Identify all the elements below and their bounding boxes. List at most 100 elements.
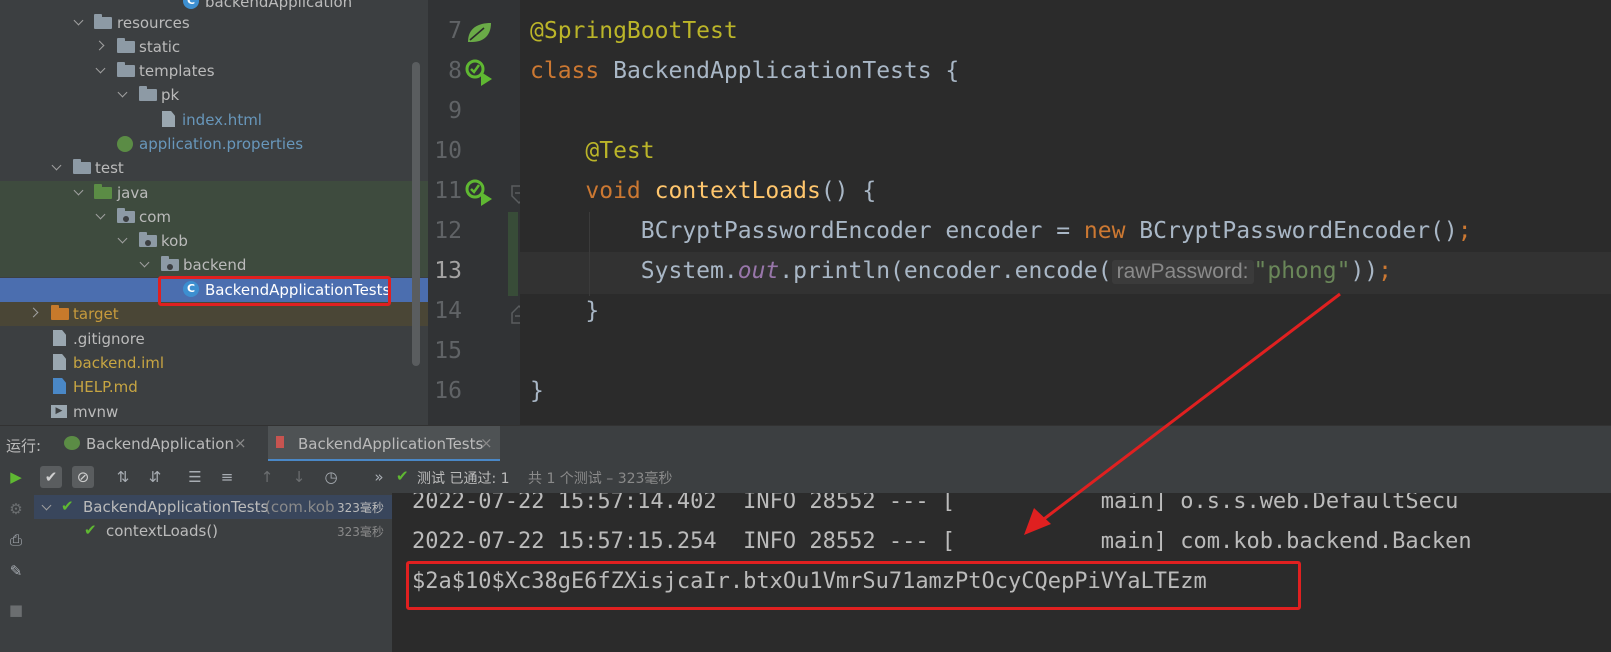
folder-icon — [73, 159, 91, 174]
spring-boot-icon — [64, 436, 80, 450]
tree-item-resources[interactable]: resources — [0, 11, 428, 35]
line-number: 14 — [434, 298, 462, 324]
package-icon — [139, 232, 157, 247]
parameter-hint: rawPassword: — [1111, 260, 1254, 284]
chevron-down-icon[interactable] — [118, 234, 128, 244]
tree-item-mvnw[interactable]: ▶ mvnw — [0, 400, 428, 424]
run-test-icon[interactable] — [464, 58, 494, 86]
code-line-14: } — [585, 298, 600, 324]
folder-icon — [94, 14, 112, 29]
chevron-down-icon[interactable] — [118, 88, 128, 98]
line-number: 15 — [434, 338, 462, 364]
chevron-down-icon[interactable] — [42, 501, 52, 511]
tree-item-test[interactable]: test — [0, 156, 428, 180]
highlight-box-hash-output — [406, 561, 1301, 610]
excluded-folder-icon — [51, 305, 69, 320]
tree-item-index-html[interactable]: index.html — [0, 108, 428, 132]
chevron-right-icon[interactable] — [30, 307, 40, 317]
run-side-toolbar: ⚙ ⎙ ✎ ■ — [0, 493, 34, 652]
tab-backendapplication[interactable]: BackendApplication × — [60, 426, 260, 462]
history-icon[interactable]: ◷ — [320, 466, 342, 488]
tree-scrollbar[interactable] — [412, 62, 420, 366]
chevron-down-icon[interactable] — [96, 210, 106, 220]
sort-duration-icon[interactable]: ⇵ — [144, 466, 166, 488]
test-status: 测试 已通过: 1 — [417, 471, 510, 487]
sort-alpha-icon[interactable]: ⇅ — [112, 466, 134, 488]
rerun-icon[interactable]: ▶ — [5, 466, 27, 488]
test-row-contextloads[interactable]: ✔ contextLoads() 323毫秒 — [34, 519, 392, 543]
passed-check-icon: ✔ — [84, 521, 97, 539]
tree-item-pk[interactable]: pk — [0, 83, 428, 107]
tree-item-gitignore[interactable]: .gitignore — [0, 327, 428, 351]
spring-bean-icon[interactable] — [464, 20, 494, 46]
markdown-file-icon — [53, 378, 66, 394]
line-number: 16 — [434, 378, 462, 404]
tab-backendapplicationtests[interactable]: BackendApplicationTests × — [268, 426, 500, 462]
test-results-tree: ✔ BackendApplicationTests (com.kob 323毫秒… — [34, 493, 393, 652]
tree-item-static[interactable]: static — [0, 35, 428, 59]
chevron-right-icon[interactable] — [96, 40, 106, 50]
tree-item-kob[interactable]: kob — [0, 229, 428, 253]
code-line-12: BCryptPasswordEncoder encoder = new BCry… — [640, 218, 1472, 244]
vcs-change-marker[interactable] — [508, 212, 518, 296]
close-tab-icon[interactable]: × — [480, 434, 493, 452]
folder-icon — [139, 86, 157, 101]
script-file-icon: ▶ — [51, 405, 67, 418]
show-passed-icon[interactable]: ✔ — [40, 466, 62, 488]
folder-icon — [117, 62, 135, 77]
previous-test-icon[interactable]: ↑ — [256, 466, 278, 488]
code-line-13: System.out.println(encoder.encode(rawPas… — [640, 258, 1392, 284]
chevron-down-icon[interactable] — [52, 161, 62, 171]
console-line: 2022-07-22 15:57:14.402 INFO 28552 --- [… — [412, 493, 1459, 514]
collapse-all-icon[interactable]: ≡ — [216, 466, 238, 488]
line-number: 8 — [448, 58, 462, 84]
tree-item-com[interactable]: com — [0, 205, 428, 229]
code-line-11: void contextLoads() { — [585, 178, 877, 204]
stop-icon[interactable]: ■ — [5, 599, 27, 621]
line-number: 7 — [448, 18, 462, 44]
test-summary: 共 1 个测试 – 323毫秒 — [528, 471, 673, 487]
camera-icon[interactable]: ⎙ — [5, 529, 27, 551]
more-icon[interactable]: » — [368, 466, 390, 488]
chevron-down-icon[interactable] — [74, 186, 84, 196]
run-toolbar: ▶ ✔ ⊘ ⇅ ⇵ ☰ ≡ ↑ ↓ ◷ » ✔ 测试 已通过: 1 共 1 个测… — [0, 461, 1611, 493]
next-test-icon[interactable]: ↓ — [288, 466, 310, 488]
passed-check-icon: ✔ — [61, 497, 74, 515]
code-line-16: } — [530, 378, 544, 404]
tree-item-java[interactable]: java — [0, 181, 428, 205]
code-line-7: @SpringBootTest — [530, 18, 738, 44]
tree-item-templates[interactable]: templates — [0, 59, 428, 83]
show-ignored-icon[interactable]: ⊘ — [72, 466, 94, 488]
expand-all-icon[interactable]: ☰ — [184, 466, 206, 488]
gitignore-file-icon — [53, 330, 66, 346]
passed-check-icon: ✔ — [396, 467, 409, 485]
close-tab-icon[interactable]: × — [234, 434, 247, 452]
line-number: 12 — [434, 218, 462, 244]
tree-item-help-md[interactable]: HELP.md — [0, 375, 428, 399]
line-number-current: 13 — [434, 258, 462, 284]
line-number: 11 — [434, 178, 462, 204]
folder-icon — [117, 38, 135, 53]
debug-icon[interactable]: ⚙ — [5, 498, 27, 520]
code-editor[interactable]: @SpringBootTest class BackendApplication… — [520, 0, 1611, 425]
tree-item-backend[interactable]: backend — [0, 253, 428, 277]
highlight-box-test-class — [158, 276, 391, 306]
code-line-10: @Test — [585, 138, 655, 164]
chevron-down-icon[interactable] — [74, 16, 84, 26]
test-root-row[interactable]: ✔ BackendApplicationTests (com.kob 323毫秒 — [34, 495, 392, 519]
settings-wrench-icon[interactable]: ✎ — [5, 560, 27, 582]
class-icon: C — [183, 0, 199, 9]
chevron-down-icon[interactable] — [96, 64, 106, 74]
properties-file-icon — [117, 136, 133, 152]
line-number: 9 — [448, 98, 462, 124]
html-file-icon — [162, 111, 175, 127]
run-test-icon[interactable] — [464, 178, 494, 206]
code-line-8: class BackendApplicationTests { — [530, 58, 960, 84]
tree-item-backend-iml[interactable]: backend.iml — [0, 351, 428, 375]
package-icon — [161, 256, 179, 271]
test-folder-icon — [94, 184, 112, 199]
tree-item-application-properties[interactable]: application.properties — [0, 132, 428, 156]
run-panel-header: 运行: BackendApplication × BackendApplicat… — [0, 425, 1611, 462]
iml-file-icon — [53, 354, 66, 370]
chevron-down-icon[interactable] — [140, 258, 150, 268]
